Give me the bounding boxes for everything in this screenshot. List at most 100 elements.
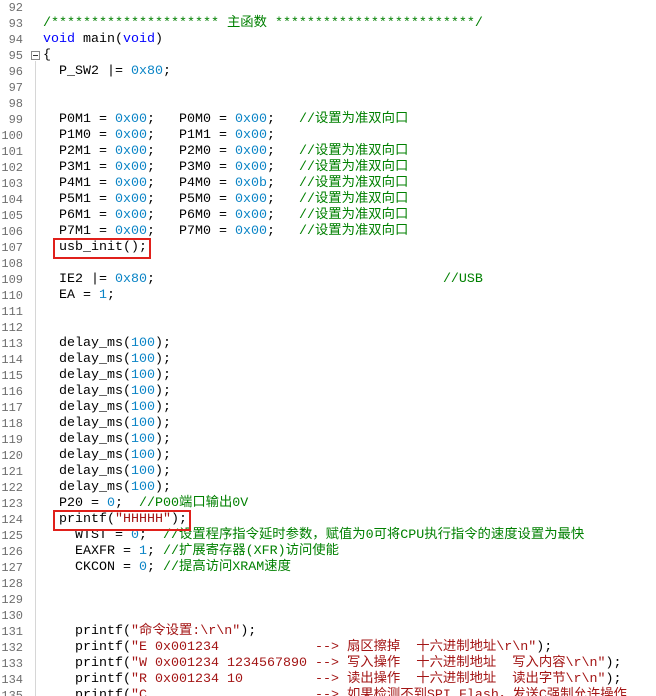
- line-number: 96: [8, 65, 23, 79]
- code-token: );: [154, 352, 171, 367]
- line-number: 106: [1, 225, 23, 239]
- line-number: 125: [1, 529, 23, 543]
- fold-gutter: [23, 672, 43, 688]
- code-token: ; P5M0 =: [147, 192, 235, 207]
- code-line[interactable]: 134 printf("R 0x001234 10 --> 读出操作 十六进制地…: [0, 672, 656, 688]
- comment-text: //设置为准双向口: [298, 112, 409, 127]
- code-line[interactable]: 101 P2M1 = 0x00; P2M0 = 0x00; //设置为准双向口: [0, 144, 656, 160]
- number-literal: 100: [130, 400, 155, 415]
- fold-gutter: [23, 528, 43, 544]
- code-token: IE2 |=: [59, 272, 115, 287]
- number-literal: 0x00: [115, 192, 147, 207]
- code-line[interactable]: 120 delay_ms(100);: [0, 448, 656, 464]
- number-literal: 0x0b: [234, 176, 267, 191]
- code-line[interactable]: 129: [0, 592, 656, 608]
- code-token: ; P3M0 =: [147, 160, 235, 175]
- line-number: 94: [8, 33, 23, 47]
- code-line[interactable]: 119 delay_ms(100);: [0, 432, 656, 448]
- code-line[interactable]: 97: [0, 80, 656, 96]
- highlight-box: usb_init();: [53, 238, 151, 259]
- code-token: delay_ms(: [59, 336, 131, 351]
- line-number: 101: [1, 145, 23, 159]
- code-line[interactable]: 127 CKCON = 0; //提高访问XRAM速度: [0, 560, 656, 576]
- code-line[interactable]: 124 printf("HHHHH");: [0, 510, 656, 531]
- line-number: 129: [1, 593, 23, 607]
- string-literal: "W 0x001234 1234567890 --> 写入操作 十六进制地址 写…: [131, 656, 606, 671]
- code-line[interactable]: 135 printf("C --> 如果检测不到SPI Flash，发送C强制允…: [0, 688, 656, 696]
- collapse-minus-icon: [31, 51, 40, 60]
- line-number: 107: [1, 241, 23, 255]
- number-literal: 0x00: [234, 192, 267, 207]
- fold-gutter: [23, 496, 43, 512]
- code-line[interactable]: 92: [0, 0, 656, 16]
- code-token: );: [154, 448, 171, 463]
- code-line[interactable]: 110 EA = 1;: [0, 288, 656, 304]
- code-line[interactable]: 121 delay_ms(100);: [0, 464, 656, 480]
- code-line[interactable]: 96 P_SW2 |= 0x80;: [0, 64, 656, 80]
- code-line[interactable]: 117 delay_ms(100);: [0, 400, 656, 416]
- code-line[interactable]: 104 P5M1 = 0x00; P5M0 = 0x00; //设置为准双向口: [0, 192, 656, 208]
- code-token: P7M1 =: [59, 224, 115, 239]
- code-line[interactable]: 123 P20 = 0; //P00端口输出0V: [0, 496, 656, 512]
- code-token: );: [154, 432, 171, 447]
- code-line[interactable]: 115 delay_ms(100);: [0, 368, 656, 384]
- code-line[interactable]: 105 P6M1 = 0x00; P6M0 = 0x00; //设置为准双向口: [0, 208, 656, 224]
- code-line[interactable]: 131 printf("命令设置:\r\n");: [0, 624, 656, 640]
- code-line[interactable]: 107 usb_init();: [0, 238, 656, 259]
- code-line[interactable]: 102 P3M1 = 0x00; P3M0 = 0x00; //设置为准双向口: [0, 160, 656, 176]
- code-line[interactable]: 118 delay_ms(100);: [0, 416, 656, 432]
- line-number: 109: [1, 273, 23, 287]
- code-line[interactable]: 98: [0, 96, 656, 112]
- code-line[interactable]: 93 /********************* 主函数 ***********…: [0, 16, 656, 32]
- code-token: P6M1 =: [59, 208, 115, 223]
- code-line[interactable]: 132 printf("E 0x001234 --> 扇区擦掉 十六进制地址\r…: [0, 640, 656, 656]
- code-token: P5M1 =: [59, 192, 115, 207]
- code-line[interactable]: 130: [0, 608, 656, 624]
- code-token: ;: [107, 288, 115, 303]
- code-token: ;: [266, 144, 299, 159]
- highlight-box: printf("HHHHH");: [53, 510, 191, 531]
- number-literal: 100: [130, 368, 155, 383]
- code-line[interactable]: 103 P4M1 = 0x00; P4M0 = 0x0b; //设置为准双向口: [0, 176, 656, 192]
- code-text: delay_ms(100);: [43, 416, 656, 432]
- code-text: usb_init();: [43, 238, 656, 259]
- code-line[interactable]: 94 void main(void): [0, 32, 656, 48]
- code-line[interactable]: 114 delay_ms(100);: [0, 352, 656, 368]
- fold-gutter: [23, 592, 43, 608]
- code-line[interactable]: 126 EAXFR = 1; //扩展寄存器(XFR)访问使能: [0, 544, 656, 560]
- code-line[interactable]: 113 delay_ms(100);: [0, 336, 656, 352]
- line-number: 111: [1, 305, 23, 319]
- code-line[interactable]: 108: [0, 256, 656, 272]
- code-line[interactable]: 125 WTST = 0; //设置程序指令延时参数，赋值为0可将CPU执行指令…: [0, 528, 656, 544]
- fold-gutter: [23, 144, 43, 160]
- string-literal: "C --> 如果检测不到SPI Flash，发送C强制允许操作: [131, 688, 627, 696]
- code-line[interactable]: 116 delay_ms(100);: [0, 384, 656, 400]
- code-line[interactable]: 109 IE2 |= 0x80; //USB: [0, 272, 656, 288]
- code-line[interactable]: 128: [0, 576, 656, 592]
- code-line[interactable]: 100 P1M0 = 0x00; P1M1 = 0x00;: [0, 128, 656, 144]
- code-text: delay_ms(100);: [43, 352, 656, 368]
- line-number: 120: [1, 449, 23, 463]
- fold-gutter: [23, 96, 43, 112]
- fold-toggle[interactable]: [23, 48, 43, 64]
- code-token: printf(: [75, 656, 131, 671]
- code-editor[interactable]: 92 93 /********************* 主函数 *********…: [0, 0, 656, 696]
- code-line[interactable]: 122 delay_ms(100);: [0, 480, 656, 496]
- code-line[interactable]: 112: [0, 320, 656, 336]
- code-line[interactable]: 111: [0, 304, 656, 320]
- code-token: delay_ms(: [59, 432, 131, 447]
- code-token: ;: [162, 64, 171, 79]
- code-line[interactable]: 133 printf("W 0x001234 1234567890 --> 写入…: [0, 656, 656, 672]
- fold-gutter: [23, 688, 43, 696]
- code-line[interactable]: 106 P7M1 = 0x00; P7M0 = 0x00; //设置为准双向口: [0, 224, 656, 240]
- code-lines: 92 93 /********************* 主函数 *********…: [0, 0, 656, 696]
- code-token: ; P6M0 =: [147, 208, 235, 223]
- code-line[interactable]: 95 {: [0, 48, 656, 64]
- number-literal: 100: [130, 432, 155, 447]
- fold-gutter: [23, 192, 43, 208]
- code-line[interactable]: 99 P0M1 = 0x00; P0M0 = 0x00; //设置为准双向口: [0, 112, 656, 128]
